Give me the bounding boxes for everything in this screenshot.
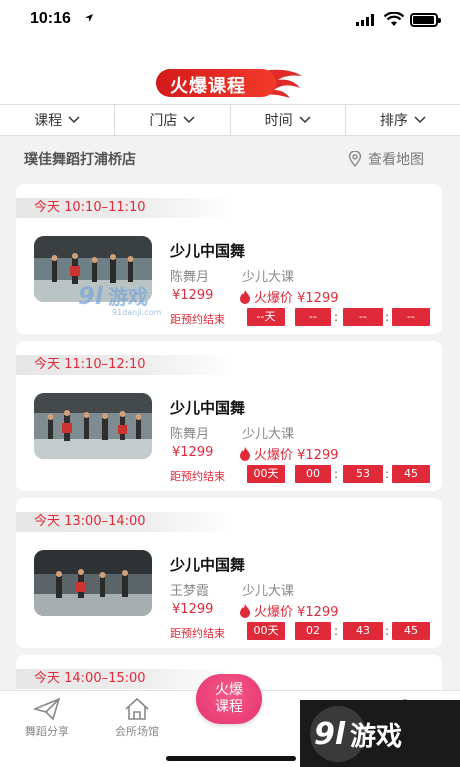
filter-store[interactable]: 门店	[115, 105, 231, 135]
filter-label: 课程	[34, 113, 63, 129]
chevron-down-icon	[68, 116, 80, 124]
view-map-link[interactable]: 查看地图	[348, 149, 424, 169]
course-thumbnail	[34, 393, 152, 459]
wifi-icon	[384, 12, 404, 26]
hot-course-tab-button[interactable]: 火爆 课程	[196, 674, 262, 724]
course-card[interactable]: 今天 13:00–14:00 少儿中国舞 王梦霞 少儿大课 ¥1299 火爆价 …	[16, 498, 442, 648]
hot-price: 火爆价 ¥1299	[238, 444, 339, 463]
tab-label: 会所场馆	[115, 725, 159, 738]
battery-icon	[410, 13, 441, 27]
countdown-hours: --	[295, 308, 331, 326]
countdown-days: 00天	[247, 465, 285, 483]
status-time: 10:16	[30, 10, 71, 27]
logo-text: 火爆课程	[170, 76, 246, 97]
hot-price-label: 火爆价 ¥1299	[254, 291, 339, 306]
hot-price: 火爆价 ¥1299	[238, 287, 339, 306]
svg-text:91danji.com: 91danji.com	[112, 308, 162, 317]
hot-price: 火爆价 ¥1299	[238, 601, 339, 620]
course-title: 少儿中国舞	[170, 242, 246, 260]
tab-label: 舞蹈分享	[25, 725, 69, 738]
hot-price-label: 火爆价 ¥1299	[254, 448, 339, 463]
chevron-down-icon	[183, 116, 195, 124]
countdown-hours: 00	[295, 465, 331, 483]
chevron-down-icon	[299, 116, 311, 124]
deadline-label: 距预约结束	[170, 313, 225, 326]
watermark-text: 游戏	[350, 722, 403, 752]
course-time: 今天 13:00–14:00	[16, 512, 236, 532]
map-pin-icon	[348, 151, 362, 167]
course-price: ¥1299	[172, 445, 214, 460]
countdown-seconds: 45	[392, 465, 430, 483]
cellular-signal-icon	[356, 14, 374, 26]
countdown-minutes: --	[343, 308, 383, 326]
chevron-down-icon	[414, 116, 426, 124]
hot-price-label: 火爆价 ¥1299	[254, 605, 339, 620]
countdown-minutes: 53	[343, 465, 383, 483]
countdown-hours: 02	[295, 622, 331, 640]
deadline-label: 距预约结束	[170, 470, 225, 483]
filter-label: 时间	[264, 113, 293, 129]
home-indicator	[166, 756, 296, 761]
countdown-days: --天	[247, 308, 285, 326]
center-line2: 课程	[215, 699, 243, 715]
countdown-seconds: 45	[392, 622, 430, 640]
view-map-label: 查看地图	[368, 152, 424, 168]
course-title: 少儿中国舞	[170, 399, 246, 417]
course-price: ¥1299	[172, 602, 214, 617]
course-title: 少儿中国舞	[170, 556, 246, 574]
fire-icon	[240, 603, 250, 618]
paper-plane-icon	[33, 697, 61, 721]
course-price: ¥1299	[172, 288, 214, 303]
countdown-seconds: --	[392, 308, 430, 326]
countdown-days: 00天	[247, 622, 285, 640]
svg-text:9l: 9l	[78, 282, 104, 310]
hot-course-logo: 火爆课程	[156, 66, 304, 98]
filter-sort[interactable]: 排序	[346, 105, 460, 135]
tab-dance-share[interactable]: 舞蹈分享	[12, 697, 82, 739]
store-name: 璞佳舞蹈打浦桥店	[24, 152, 136, 168]
tab-venue[interactable]: 会所场馆	[102, 697, 172, 739]
course-thumbnail	[34, 550, 152, 616]
course-card[interactable]: 今天 11:10–12:10 少儿中国舞 陈舞月 少儿大课 ¥1299 火爆价 …	[16, 341, 442, 491]
teacher-name: 王梦霞	[170, 584, 210, 599]
status-bar: 10:16	[0, 0, 460, 44]
watermark-banner: 9l 游戏	[300, 700, 460, 767]
svg-text:游戏: 游戏	[108, 285, 148, 309]
filter-time[interactable]: 时间	[231, 105, 346, 135]
fire-icon	[240, 446, 250, 461]
filter-label: 门店	[149, 113, 178, 129]
watermark-logo: 9l 游戏 91danji.com	[76, 278, 176, 322]
store-row: 璞佳舞蹈打浦桥店 查看地图	[0, 138, 460, 178]
filter-course[interactable]: 课程	[0, 105, 116, 135]
fire-icon	[240, 289, 250, 304]
course-time: 今天 11:10–12:10	[16, 355, 236, 375]
course-type: 少儿大课	[242, 270, 295, 285]
course-type: 少儿大课	[242, 584, 295, 599]
countdown-minutes: 43	[343, 622, 383, 640]
teacher-name: 陈舞月	[170, 427, 210, 442]
filter-label: 排序	[379, 113, 408, 129]
filter-bar: 课程 门店 时间 排序	[0, 104, 460, 136]
course-type: 少儿大课	[242, 427, 295, 442]
center-line1: 火爆	[215, 682, 243, 698]
deadline-label: 距预约结束	[170, 627, 225, 640]
location-arrow-icon	[85, 14, 93, 22]
watermark-logo-num: 9l	[314, 717, 346, 752]
house-icon	[125, 697, 149, 720]
header: 火爆课程	[0, 44, 460, 104]
course-time: 今天 10:10–11:10	[16, 198, 236, 218]
